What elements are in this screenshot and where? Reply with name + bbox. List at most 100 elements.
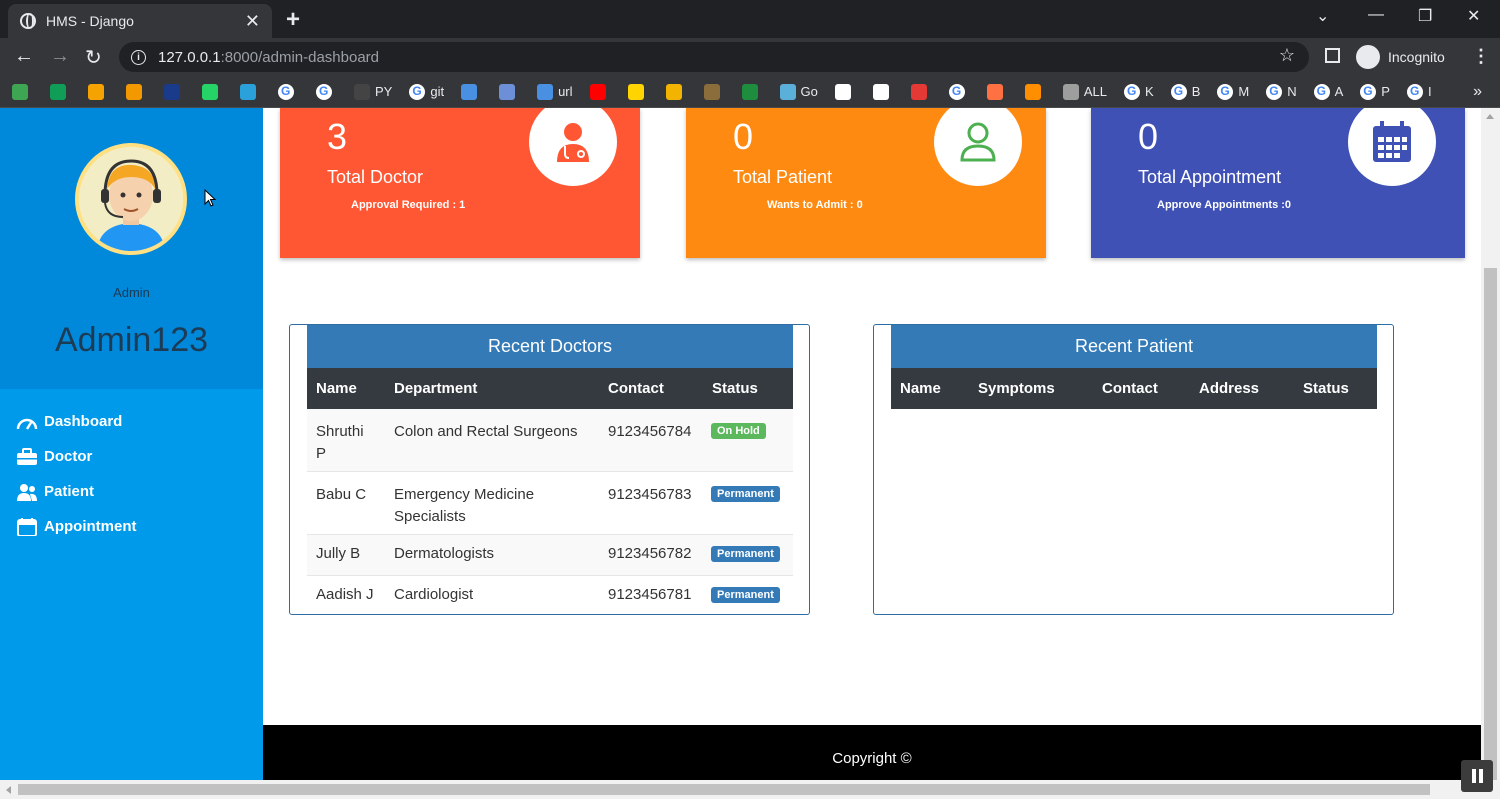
bookmark-item[interactable] bbox=[834, 83, 856, 100]
incognito-indicator[interactable]: Incognito bbox=[1356, 45, 1445, 69]
google-icon bbox=[278, 83, 294, 100]
scroll-up-icon[interactable] bbox=[1486, 114, 1494, 119]
column-header: Contact bbox=[1102, 380, 1158, 397]
bookmark-item[interactable] bbox=[461, 83, 482, 100]
google-icon bbox=[1170, 83, 1187, 100]
column-header: Department bbox=[394, 380, 478, 397]
bookmark-item[interactable]: Go bbox=[779, 83, 818, 100]
cell-department: Colon and Rectal Surgeons bbox=[394, 423, 578, 440]
pause-icon[interactable] bbox=[1461, 760, 1493, 792]
bookmark-item[interactable]: P bbox=[1360, 83, 1390, 100]
bookmark-item[interactable] bbox=[986, 83, 1008, 100]
cell-contact: 9123456781 bbox=[608, 586, 692, 603]
panel-title: Recent Patient bbox=[891, 325, 1377, 368]
browser-tab[interactable]: HMS - Django ✕ bbox=[8, 4, 272, 38]
bookmark-favicon-icon bbox=[741, 83, 758, 100]
cell-department: Cardiologist bbox=[394, 586, 474, 603]
bookmarks-overflow-icon[interactable]: » bbox=[1473, 83, 1482, 101]
bookmark-item[interactable] bbox=[703, 83, 725, 100]
forward-icon[interactable]: → bbox=[50, 45, 70, 68]
vertical-scrollbar[interactable] bbox=[1481, 108, 1500, 780]
stat-card-appointments[interactable]: 0 Total Appointment Approve Appointments… bbox=[1091, 108, 1465, 258]
tab-title: HMS - Django bbox=[46, 13, 134, 29]
sidebar-item-label: Patient bbox=[44, 483, 95, 500]
sidebar-item-label: Doctor bbox=[44, 448, 93, 465]
bookmark-item[interactable] bbox=[948, 83, 970, 100]
scrollbar-thumb[interactable] bbox=[1484, 268, 1497, 780]
side-panel-icon[interactable] bbox=[1325, 48, 1340, 63]
bookmark-item[interactable] bbox=[499, 83, 520, 100]
back-icon[interactable]: ← bbox=[14, 45, 34, 68]
bookmark-item[interactable] bbox=[126, 83, 147, 100]
bookmark-item[interactable]: A bbox=[1313, 83, 1344, 100]
stat-card-patients[interactable]: 0 Total Patient Wants to Admit : 0 bbox=[686, 108, 1046, 258]
tab-close-button[interactable]: ✕ bbox=[245, 11, 260, 32]
copyright-text: Copyright © bbox=[832, 750, 912, 767]
bookmark-star-icon[interactable]: ☆ bbox=[1279, 45, 1295, 66]
cell-name: Shruthi P bbox=[316, 423, 364, 462]
bookmark-item[interactable]: I bbox=[1406, 83, 1432, 100]
column-header: Status bbox=[1303, 380, 1349, 397]
sidebar-item-appointment[interactable]: Appointment bbox=[16, 509, 136, 544]
table-row[interactable]: Babu C Emergency Medicine Specialists 91… bbox=[307, 472, 793, 535]
bookmark-item[interactable]: N bbox=[1266, 83, 1297, 100]
bookmark-item[interactable]: B bbox=[1170, 83, 1200, 100]
sidebar-item-dashboard[interactable]: Dashboard bbox=[16, 404, 136, 439]
bookmark-favicon-icon bbox=[703, 83, 720, 100]
close-window-icon[interactable]: ✕ bbox=[1467, 6, 1480, 26]
main-content: 3 Total Doctor Approval Required : 1 0 T… bbox=[263, 108, 1481, 725]
sidebar: Admin Admin123 Dashboard Doctor Patient … bbox=[0, 108, 263, 780]
table-row[interactable]: Shruthi P Colon and Rectal Surgeons 9123… bbox=[307, 409, 793, 472]
cell-contact: 9123456783 bbox=[608, 486, 692, 503]
bookmark-item[interactable] bbox=[240, 83, 261, 100]
bookmark-item[interactable]: url bbox=[537, 83, 573, 100]
table-row[interactable]: Aadish J Cardiologist 9123456781 Permane… bbox=[307, 576, 793, 614]
card-subtext: Approve Appointments :0 bbox=[1157, 199, 1292, 211]
bookmark-item[interactable] bbox=[741, 83, 763, 100]
scrollbar-thumb[interactable] bbox=[18, 784, 1430, 795]
table-row[interactable]: Jully B Dermatologists 9123456782 Perman… bbox=[307, 535, 793, 576]
bookmark-item[interactable] bbox=[1024, 83, 1046, 100]
bookmark-item[interactable]: ALL bbox=[1062, 83, 1107, 100]
address-bar[interactable]: i 127.0.0.1 :8000/admin-dashboard ☆ bbox=[119, 42, 1309, 72]
bookmark-item[interactable]: PY bbox=[354, 83, 392, 100]
stat-card-doctors[interactable]: 3 Total Doctor Approval Required : 1 bbox=[280, 108, 640, 258]
site-info-icon[interactable]: i bbox=[131, 49, 146, 65]
bookmark-item[interactable] bbox=[589, 83, 611, 100]
bookmark-label: A bbox=[1334, 84, 1344, 99]
bookmark-item[interactable] bbox=[202, 83, 223, 100]
browser-menu-icon[interactable]: ⋮ bbox=[1472, 46, 1490, 67]
horizontal-scrollbar[interactable] bbox=[0, 780, 1500, 799]
bookmark-item[interactable] bbox=[316, 83, 337, 100]
restore-icon[interactable]: ❐ bbox=[1418, 6, 1432, 26]
bookmark-item[interactable] bbox=[665, 83, 687, 100]
bookmark-favicon-icon bbox=[834, 83, 851, 100]
bookmark-item[interactable] bbox=[627, 83, 649, 100]
bookmark-item[interactable] bbox=[12, 83, 33, 100]
column-header: Contact bbox=[608, 380, 664, 397]
tab-search-icon[interactable]: ⌄ bbox=[1316, 6, 1329, 26]
bookmark-item[interactable] bbox=[872, 83, 894, 100]
sidebar-item-patient[interactable]: Patient bbox=[16, 474, 136, 509]
bookmark-label: M bbox=[1238, 84, 1250, 99]
bookmark-item[interactable] bbox=[50, 83, 71, 100]
status-badge: Permanent bbox=[711, 587, 780, 603]
bookmark-item[interactable]: git bbox=[409, 83, 444, 100]
bookmark-item[interactable]: M bbox=[1217, 83, 1250, 100]
card-subtext: Approval Required : 1 bbox=[351, 199, 466, 211]
bookmark-item[interactable]: K bbox=[1124, 83, 1154, 100]
table-header: Name Symptoms Contact Address Status bbox=[891, 368, 1377, 409]
bookmark-item[interactable] bbox=[910, 83, 932, 100]
sidebar-item-doctor[interactable]: Doctor bbox=[16, 439, 136, 474]
scroll-left-icon[interactable] bbox=[6, 786, 11, 794]
patient-icon bbox=[934, 108, 1022, 186]
cell-department: Emergency Medicine Specialists bbox=[394, 486, 535, 525]
new-tab-button[interactable]: + bbox=[286, 6, 300, 34]
sidebar-item-label: Appointment bbox=[44, 518, 137, 535]
minimize-icon[interactable]: — bbox=[1368, 6, 1384, 24]
bookmark-item[interactable] bbox=[88, 83, 109, 100]
bookmark-item[interactable] bbox=[164, 83, 185, 100]
reload-icon[interactable]: ↻ bbox=[85, 45, 102, 70]
bookmark-favicon-icon bbox=[499, 83, 516, 100]
bookmark-item[interactable] bbox=[278, 83, 299, 100]
